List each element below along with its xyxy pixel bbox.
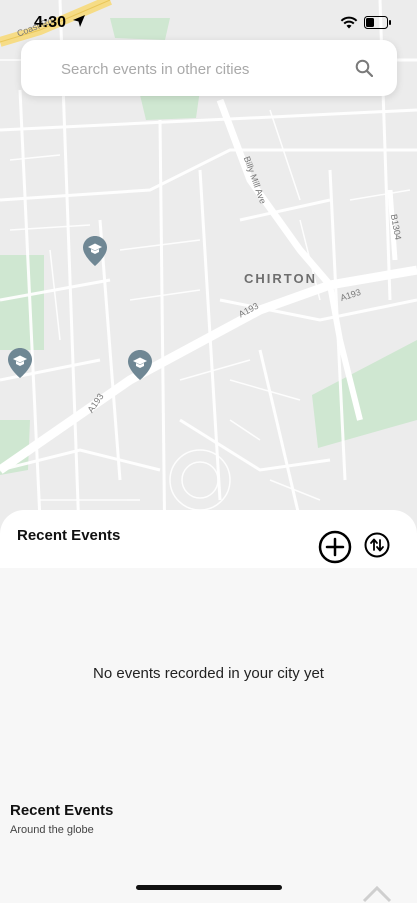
global-section-subtitle: Around the globe [10,824,94,836]
home-indicator[interactable] [136,885,282,890]
battery-icon [364,16,391,29]
chevron-up-icon[interactable] [360,883,394,903]
search-input[interactable] [59,54,353,84]
global-section-title: Recent Events [10,802,114,819]
panel-title: Recent Events [17,527,121,544]
search-icon[interactable] [355,59,373,77]
school-pin-icon[interactable] [83,236,107,266]
wifi-icon [340,16,358,29]
recent-events-panel: Recent Events [0,510,417,568]
swap-icon[interactable] [364,532,390,558]
search-bar[interactable] [21,40,397,96]
place-label: CHIRTON [244,271,317,286]
add-event-button[interactable] [318,530,352,564]
empty-state-message: No events recorded in your city yet [93,665,324,682]
status-time: 4:30 [34,14,67,31]
status-bar: 4:30 [0,0,417,44]
school-pin-icon[interactable] [8,348,32,378]
location-arrow-icon [73,15,85,27]
school-pin-icon[interactable] [128,350,152,380]
